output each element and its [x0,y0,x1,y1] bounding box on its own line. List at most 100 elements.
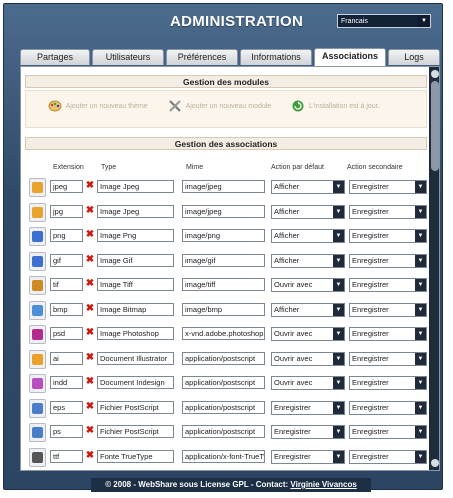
default-action-value: Enregistrer [274,451,311,461]
mime-field[interactable]: application/postscript [182,351,265,365]
default-action-select[interactable]: Ouvrir avec ▼ [271,351,345,366]
tab-partages[interactable]: Partages [20,49,90,65]
tab-informations[interactable]: Informations [240,49,312,65]
mime-field[interactable]: application/postscript [182,400,265,414]
add-theme-link[interactable]: Ajouter un nouveau thème [48,100,148,113]
type-field[interactable]: Image Gif [97,253,174,267]
extension-field[interactable]: ttf [50,449,83,463]
mime-field[interactable]: image/bmp [182,302,265,316]
tab-associations[interactable]: Associations [314,48,386,66]
contact-link[interactable]: Virginie Vivancos [290,480,356,489]
add-module-label: Ajouter un nouveau module [185,102,272,110]
mime-field[interactable]: image/jpeg [182,204,265,218]
image-file-icon [29,178,46,197]
extension-field[interactable]: png [50,229,83,242]
secondary-action-select[interactable]: Enregistrer ▼ [349,278,427,292]
chevron-down-icon: ▼ [333,205,344,218]
mime-field[interactable]: image/jpeg [182,180,265,193]
default-action-select[interactable]: Afficher ▼ [271,204,345,219]
secondary-action-select[interactable]: Enregistrer ▼ [349,449,427,464]
palette-icon [48,100,62,112]
mime-field[interactable]: x-vnd.adobe.photoshop [182,327,265,340]
default-action-select[interactable]: Ouvrir avec ▼ [271,278,345,292]
delete-icon[interactable]: ✖ [85,426,95,436]
type-field[interactable]: Fichier PostScript [97,400,174,414]
mime-field[interactable]: application/postscript [182,376,265,389]
image-file-icon [29,227,46,246]
extension-field[interactable]: eps [50,400,83,414]
table-row: bmp ✖ Image Bitmap image/bmp Afficher ▼ Enregi… [25,299,427,323]
default-action-select[interactable]: Afficher ▼ [271,229,345,243]
delete-icon[interactable]: ✖ [85,230,95,240]
extension-field[interactable]: tif [50,278,83,291]
extension-field[interactable]: bmp [50,302,83,316]
language-select[interactable]: Francais ▼ [337,14,431,28]
type-field[interactable]: Image Tiff [97,278,174,291]
default-action-select[interactable]: Enregistrer ▼ [271,400,345,415]
secondary-action-select[interactable]: Enregistrer ▼ [349,327,427,341]
secondary-action-select[interactable]: Enregistrer ▼ [349,351,427,366]
default-action-select[interactable]: Afficher ▼ [271,302,345,317]
extension-field[interactable]: gif [50,253,83,267]
secondary-action-select[interactable]: Enregistrer ▼ [349,253,427,268]
default-action-select[interactable]: Ouvrir avec ▼ [271,327,345,341]
secondary-action-select[interactable]: Enregistrer ▼ [349,180,427,194]
chevron-down-icon: ▼ [333,401,344,414]
mime-field[interactable]: image/png [182,229,265,242]
mime-field[interactable]: image/gif [182,253,265,267]
tab-preferences[interactable]: Préférences [166,49,238,65]
secondary-action-select[interactable]: Enregistrer ▼ [349,376,427,390]
delete-icon[interactable]: ✖ [85,181,95,191]
default-action-select[interactable]: Enregistrer ▼ [271,425,345,439]
chevron-down-icon: ▼ [333,450,344,463]
delete-icon[interactable]: ✖ [85,254,95,265]
type-field[interactable]: Fonte TrueType [97,449,174,463]
secondary-action-select[interactable]: Enregistrer ▼ [349,229,427,243]
secondary-action-select[interactable]: Enregistrer ▼ [349,302,427,317]
default-action-select[interactable]: Ouvrir avec ▼ [271,376,345,390]
scrollbar[interactable] [429,67,439,470]
secondary-action-select[interactable]: Enregistrer ▼ [349,400,427,415]
mime-field[interactable]: image/tiff [182,278,265,291]
type-field[interactable]: Image Jpeg [97,204,174,218]
extension-field[interactable]: indd [50,376,83,389]
delete-icon[interactable]: ✖ [85,303,95,314]
tab-utilisateurs[interactable]: Utilisateurs [92,49,164,65]
secondary-action-select[interactable]: Enregistrer ▼ [349,204,427,219]
add-module-link[interactable]: Ajouter un nouveau module [168,100,271,113]
default-action-select[interactable]: Afficher ▼ [271,180,345,194]
type-field[interactable]: Image Png [97,229,174,242]
chevron-down-icon: ▼ [415,352,426,365]
delete-icon[interactable]: ✖ [85,279,95,289]
secondary-action-select[interactable]: Enregistrer ▼ [349,425,427,439]
extension-field[interactable]: ps [50,425,83,438]
type-field[interactable]: Fichier PostScript [97,425,174,438]
delete-icon[interactable]: ✖ [85,205,95,216]
type-field[interactable]: Document Illustrator [97,351,174,365]
extension-field[interactable]: jpeg [50,180,83,193]
type-field[interactable]: Image Photoshop [97,327,174,340]
mime-field[interactable]: application/x-font-TrueTy [182,449,265,463]
col-extension: Extension [53,164,84,171]
delete-icon[interactable]: ✖ [85,352,95,363]
scroll-thumb[interactable] [431,81,439,171]
chevron-down-icon: ▼ [418,15,430,27]
default-action-select[interactable]: Afficher ▼ [271,253,345,268]
extension-field[interactable]: ai [50,351,83,365]
delete-icon[interactable]: ✖ [85,401,95,412]
type-field[interactable]: Image Bitmap [97,302,174,316]
scroll-up-icon[interactable] [431,70,439,78]
delete-icon[interactable]: ✖ [85,377,95,387]
secondary-action-value: Enregistrer [352,255,389,265]
tab-logs[interactable]: Logs [388,49,440,65]
type-field[interactable]: Document Indesign [97,376,174,389]
default-action-select[interactable]: Enregistrer ▼ [271,449,345,464]
scroll-down-icon[interactable] [431,459,439,467]
delete-icon[interactable]: ✖ [85,450,95,461]
extension-field[interactable]: psd [50,327,83,340]
mime-field[interactable]: application/postscript [182,425,265,438]
extension-field[interactable]: jpg [50,204,83,218]
delete-icon[interactable]: ✖ [85,328,95,338]
type-field[interactable]: Image Jpeg [97,180,174,193]
secondary-action-value: Enregistrer [352,304,389,314]
